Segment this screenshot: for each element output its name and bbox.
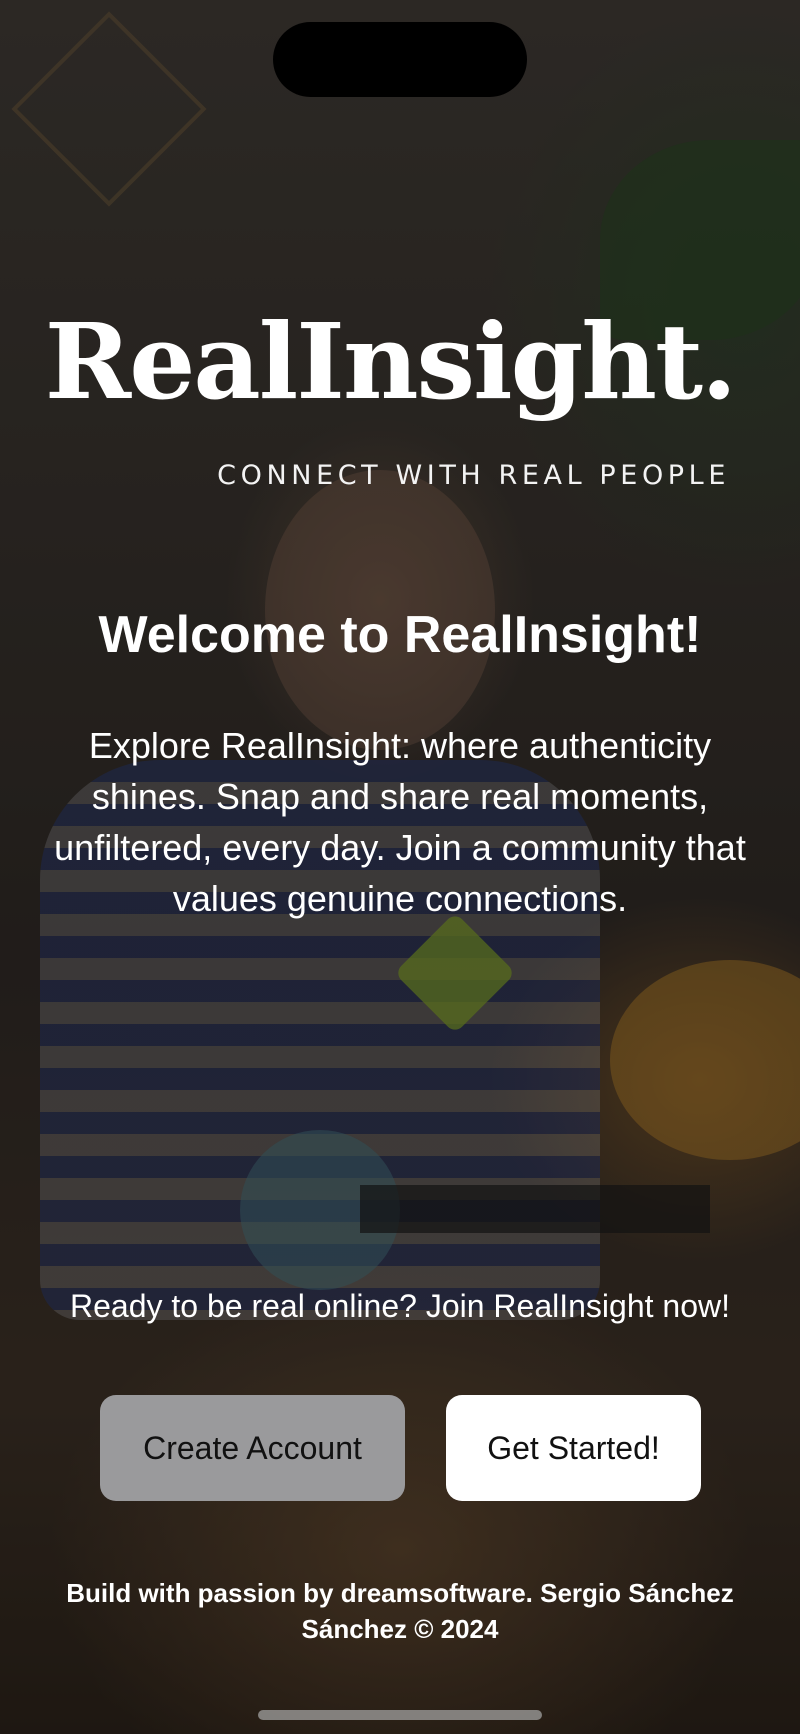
- logo-wordmark: RealInsight.: [44, 300, 737, 423]
- get-started-button[interactable]: Get Started!: [446, 1395, 701, 1501]
- intro-text: Explore RealInsight: where authenticity …: [54, 725, 746, 919]
- welcome-screen: RealInsight. CONNECT WITH REAL PEOPLE We…: [0, 0, 800, 1734]
- welcome-title: Welcome to RealInsight!: [98, 606, 702, 664]
- join-prompt-text: Ready to be real online? Join RealInsigh…: [70, 1288, 730, 1324]
- create-account-button[interactable]: Create Account: [100, 1395, 405, 1501]
- logo-tagline: CONNECT WITH REAL PEOPLE: [217, 460, 730, 491]
- footer-credit: Build with passion by dreamsoftware. Ser…: [66, 1578, 734, 1644]
- dynamic-island: [273, 22, 527, 97]
- app-logo: RealInsight.: [0, 310, 800, 414]
- home-indicator[interactable]: [258, 1710, 542, 1720]
